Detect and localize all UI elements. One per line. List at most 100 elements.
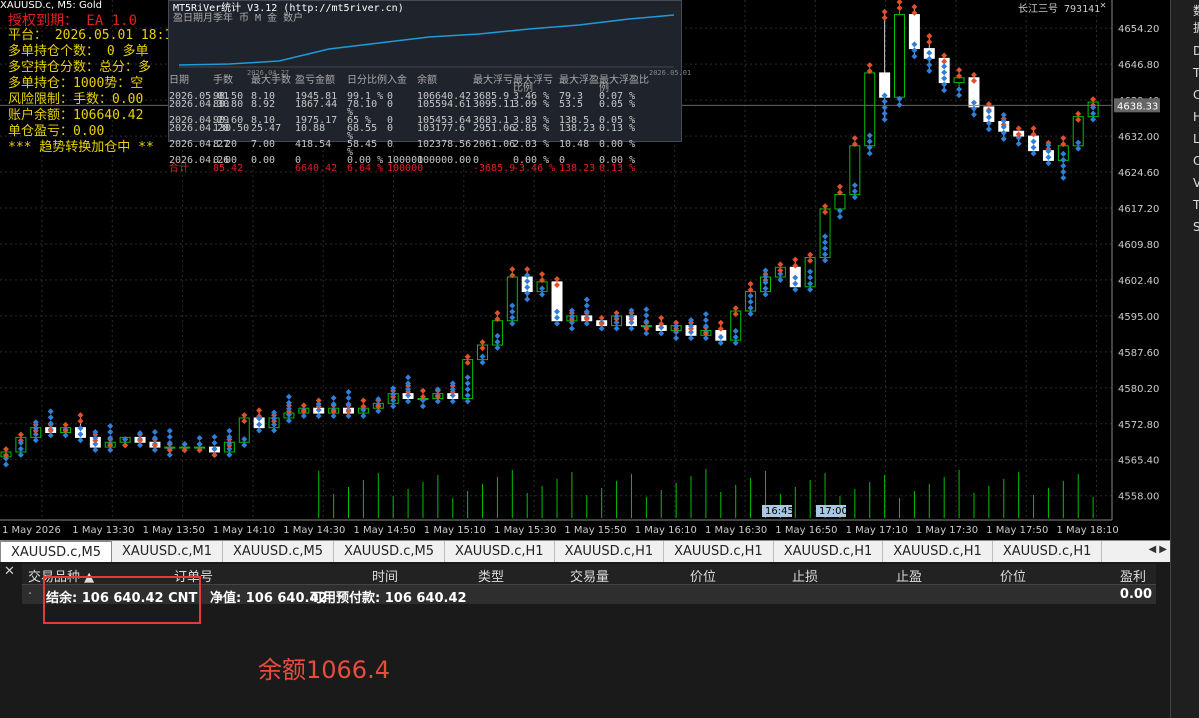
buy-marker	[732, 340, 739, 347]
column-header[interactable]: 类型	[478, 566, 504, 585]
buy-marker	[360, 412, 367, 419]
buy-marker	[345, 388, 352, 395]
tab-xauusd-c-m5[interactable]: XAUUSD.c,M5	[334, 541, 445, 562]
highlight-box	[43, 576, 201, 624]
x-tick-label: 1 May 13:30	[72, 525, 134, 536]
equity-x-end: 2026.05.01	[649, 69, 692, 77]
buy-marker	[643, 312, 650, 319]
buy-marker	[256, 427, 263, 434]
long-order-count: 多单持仓个数： 0 多单	[8, 44, 149, 59]
x-tick-label: 1 May 2026	[2, 525, 61, 536]
x-tick-label: 1 May 15:10	[424, 525, 486, 536]
sell-marker	[256, 407, 263, 414]
tab-xauusd-c-m1[interactable]: XAUUSD.c,M1	[112, 541, 223, 562]
column-header[interactable]: 止盈	[896, 566, 922, 585]
buy-marker	[226, 451, 233, 458]
tab-xauusd-c-m5[interactable]: XAUUSD.c,M5	[0, 541, 112, 563]
buy-marker	[643, 306, 650, 313]
x-tick-label: 1 May 18:10	[1057, 525, 1119, 536]
tab-xauusd-c-h1[interactable]: XAUUSD.c,H1	[664, 541, 774, 562]
buy-marker	[211, 439, 218, 446]
current-price-label: 4638.33	[1117, 101, 1158, 112]
buy-marker	[658, 330, 665, 337]
sell-marker	[807, 251, 814, 258]
buy-marker	[47, 414, 54, 421]
x-tick-label: 1 May 17:30	[916, 525, 978, 536]
buy-marker	[836, 213, 843, 220]
buy-marker	[107, 428, 114, 435]
sell-marker	[985, 101, 992, 108]
buy-marker	[419, 403, 426, 410]
column-header[interactable]: 价位	[690, 566, 716, 585]
buy-marker	[926, 67, 933, 74]
time-marker-label: 16:45	[765, 506, 794, 517]
tab-xauusd-c-h1[interactable]: XAUUSD.c,H1	[883, 541, 993, 562]
table-cell: 85.42	[213, 163, 244, 174]
table-cell: 10.48	[559, 139, 590, 150]
tab-scroll-arrows[interactable]: ◀ ▶	[1148, 544, 1167, 555]
sell-marker	[17, 431, 24, 438]
tab-xauusd-c-h1[interactable]: XAUUSD.c,H1	[993, 541, 1103, 562]
free-margin-value: 可用预付款: 106 640.42	[310, 591, 467, 606]
table-cell	[251, 165, 295, 173]
trend-status: *** 趋势转换加仓中 **	[8, 140, 154, 155]
close-icon[interactable]: ✕	[1100, 0, 1106, 11]
buy-marker	[196, 440, 203, 447]
tab-xauusd-c-h1[interactable]: XAUUSD.c,H1	[774, 541, 884, 562]
buy-marker	[970, 111, 977, 118]
sell-marker	[554, 276, 560, 283]
table-cell: -3.46 %	[513, 163, 556, 174]
buy-marker	[77, 437, 84, 444]
buy-marker	[1000, 111, 1007, 118]
chart-tabs: XAUUSD.c,M5 XAUUSD.c,M1 XAUUSD.c,M5 XAUUSD.…	[0, 540, 1170, 563]
sell-marker	[926, 33, 933, 40]
buy-marker	[1015, 140, 1022, 147]
buy-marker	[211, 433, 218, 440]
close-icon[interactable]: ✕	[4, 564, 15, 579]
column-header[interactable]: 交易量	[570, 566, 609, 585]
annotation-note: 余额1066.4	[258, 656, 390, 684]
data-window-label: V	[1193, 176, 1199, 190]
tab-xauusd-c-h1[interactable]: XAUUSD.c,H1	[555, 541, 665, 562]
sell-marker	[3, 446, 9, 453]
data-window-label: T	[1193, 198, 1199, 212]
buy-marker	[47, 408, 54, 415]
column-header[interactable]: 盈利	[1120, 566, 1146, 585]
data-window: 数据DTCHLCVTS	[1170, 0, 1199, 718]
buy-marker	[3, 461, 9, 468]
buy-marker	[539, 291, 546, 298]
buy-marker	[1030, 150, 1037, 157]
tab-xauusd-c-h1[interactable]: XAUUSD.c,H1	[445, 541, 555, 562]
sell-marker	[896, 5, 903, 11]
buy-marker	[881, 98, 888, 105]
y-tick-label: 4580.20	[1118, 384, 1159, 395]
sell-marker	[717, 319, 724, 326]
y-tick-label: 4558.00	[1118, 492, 1159, 503]
buy-marker	[777, 276, 784, 283]
buy-marker	[568, 325, 575, 332]
table-cell: -3685.9	[473, 163, 516, 174]
x-tick-label: 1 May 16:30	[705, 525, 767, 536]
buy-marker	[464, 398, 471, 405]
platform-time: 平台： 2026.05.01 18:1	[8, 28, 173, 43]
sell-marker	[1090, 96, 1097, 103]
buy-marker	[792, 286, 799, 293]
buy-marker	[911, 53, 918, 60]
buy-marker	[613, 325, 620, 332]
column-header[interactable]: 时间	[372, 566, 398, 585]
buy-marker	[881, 116, 888, 123]
column-header[interactable]: 止损	[792, 566, 818, 585]
data-window-label: T	[1193, 66, 1199, 80]
single-pnl: 单仓盈亏：0.00	[8, 124, 105, 139]
license-expired: 授权到期： EA 1.0	[8, 13, 138, 29]
sell-marker	[658, 314, 665, 321]
sell-marker	[464, 353, 471, 360]
sell-marker	[911, 3, 918, 10]
buy-marker	[702, 311, 709, 318]
tab-xauusd-c-m5[interactable]: XAUUSD.c,M5	[223, 541, 334, 562]
sell-marker	[77, 418, 84, 425]
sell-marker	[494, 310, 501, 317]
table-cell: 138.23	[559, 163, 596, 174]
data-window-label: C	[1193, 88, 1199, 102]
column-header[interactable]: 价位	[1000, 566, 1026, 585]
